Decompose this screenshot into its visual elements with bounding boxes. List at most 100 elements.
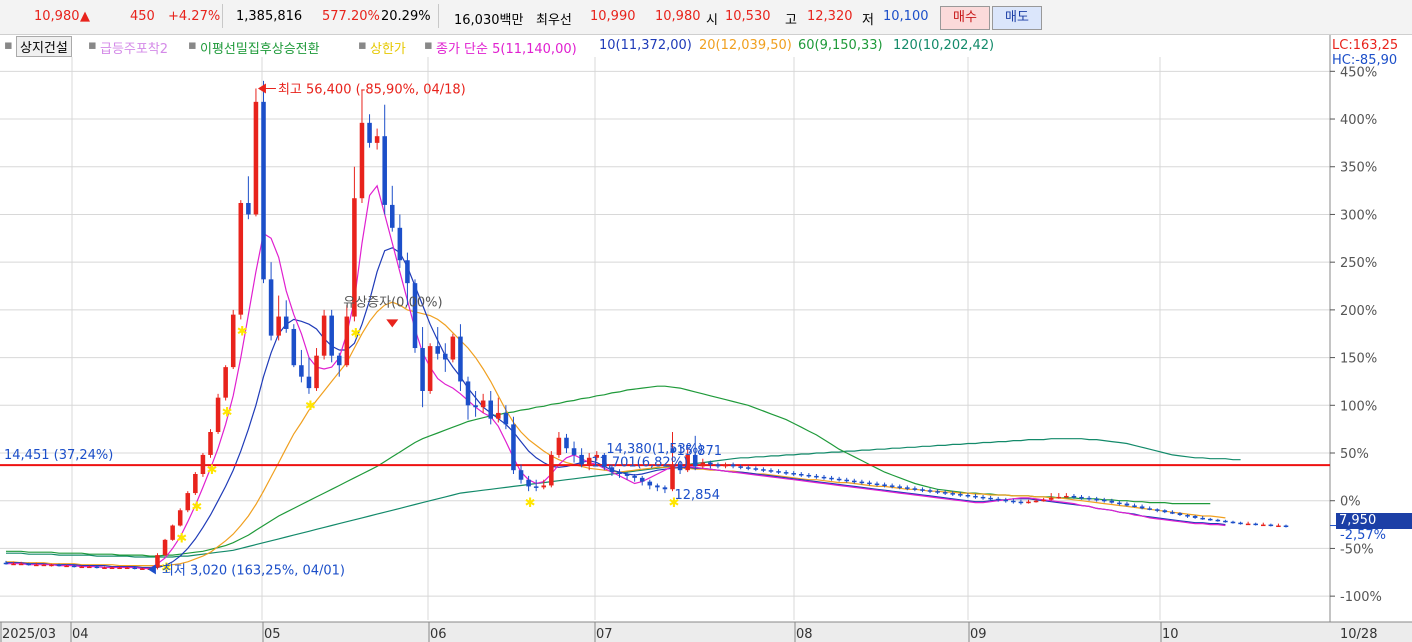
candle-body <box>511 424 516 471</box>
candle-body <box>230 314 236 368</box>
candle-body <box>1109 500 1115 503</box>
candle-body <box>1245 523 1251 526</box>
candle-body <box>632 475 637 478</box>
candle-body <box>518 470 524 480</box>
low-annotation: 12,854 <box>675 488 721 503</box>
candle-body <box>314 355 319 389</box>
signal-star-icon: ✱ <box>206 463 217 478</box>
price-change-pct: +4.27% <box>168 9 221 24</box>
candle-body <box>374 136 380 143</box>
candle-body <box>730 464 736 467</box>
candle-body <box>935 491 940 493</box>
price-chart[interactable]: ✱ ✱ ✱ ✱ ✱ ✱ ✱ ✱ ✱ ✱ 최고 56,400 (-85,90%, 04/18) 최저 … <box>0 0 1412 642</box>
trade-amount: 16,030백만 <box>454 13 524 28</box>
candle-body <box>215 397 221 433</box>
candle-body <box>1283 525 1289 528</box>
candles: ✱ ✱ ✱ ✱ ✱ ✱ ✱ ✱ ✱ ✱ <box>3 80 1289 576</box>
candle-body <box>1132 505 1137 507</box>
best-bid: 10,980 <box>655 9 701 24</box>
calendar-icon[interactable] <box>8 60 26 78</box>
plot-area <box>0 57 1330 620</box>
candle-body <box>821 476 827 479</box>
candle-body <box>723 464 728 467</box>
candle-body <box>155 555 160 568</box>
high-label: 고 <box>785 13 797 28</box>
candle-body <box>814 475 819 478</box>
candle-body <box>942 492 948 494</box>
candle-body <box>624 474 630 476</box>
candle-body <box>26 563 31 566</box>
candle-body <box>18 563 24 566</box>
ma120-legend[interactable]: 120(10,202,42) <box>893 38 994 53</box>
candle-body <box>700 462 706 467</box>
candle-body <box>496 412 501 419</box>
candle-body <box>829 477 834 480</box>
signal-star-icon: ✱ <box>237 324 248 339</box>
candle-body <box>1056 496 1062 499</box>
candle-body <box>397 227 403 261</box>
signal-star-icon: ✱ <box>176 531 187 546</box>
buy-button[interactable]: 매수 <box>940 6 990 30</box>
stock-name[interactable]: 상지건설 <box>16 36 72 57</box>
candle-body <box>473 405 478 408</box>
candle-body <box>1200 517 1205 520</box>
candle-body <box>1117 502 1122 505</box>
candle-body <box>995 498 1001 501</box>
indicator-ma-convergence[interactable]: 이평선밀집후상승전환 <box>200 38 320 57</box>
candle-body <box>920 489 925 491</box>
candle-body <box>405 260 410 284</box>
candle-body <box>639 477 645 482</box>
candle-body <box>200 454 206 475</box>
ma5-legend[interactable]: 종가 단순 5(11,140,00) <box>436 38 577 57</box>
ma20-legend[interactable]: 20(12,039,50) <box>699 38 792 53</box>
candle-body <box>541 485 547 488</box>
sell-button[interactable]: 매도 <box>992 6 1042 30</box>
candle-body <box>94 566 100 569</box>
ma10-legend[interactable]: 10(11,372,00) <box>599 38 692 53</box>
moving-averages <box>0 184 1330 570</box>
candle-body <box>480 400 486 408</box>
scale-info: LC:163,25 HC:-85,90 <box>1332 38 1398 68</box>
ma60-line <box>6 385 1211 557</box>
indicator-upper-limit[interactable]: 상한가 <box>370 38 406 57</box>
ma60-legend[interactable]: 60(9,150,33) <box>798 38 883 53</box>
min-annotation: 최저 3,020 (163,25%, 04/01) <box>162 563 345 578</box>
candle-body <box>261 101 266 280</box>
ma20-line <box>6 301 1226 567</box>
current-pct: -2,57% <box>1340 528 1386 543</box>
candle-body <box>617 472 622 475</box>
indicator-surge[interactable]: 급등주포착2 <box>100 38 168 57</box>
candle-body <box>1033 500 1039 503</box>
candle-body <box>1207 518 1213 521</box>
signal-star-icon: ✱ <box>191 500 202 515</box>
lc-value: LC:163,25 <box>1332 38 1399 53</box>
candle-body <box>897 486 902 488</box>
candle-body <box>1026 501 1031 504</box>
candle-body <box>609 467 615 473</box>
y-tick-label: 100% <box>1340 399 1377 414</box>
candle-body <box>147 568 153 570</box>
candle-body <box>427 346 433 391</box>
candle-body <box>670 464 675 490</box>
signal-star-icon: ✱ <box>161 561 172 576</box>
candle-body <box>1079 496 1084 499</box>
candle-body <box>367 122 372 143</box>
candle-body <box>988 497 993 500</box>
candle-body <box>738 466 743 468</box>
high-price: 12,320 <box>807 9 853 24</box>
candle-body <box>299 365 304 377</box>
best-ask: 10,990 <box>590 9 636 24</box>
low-price: 10,100 <box>883 9 929 24</box>
candle-body <box>783 472 789 474</box>
volume: 1,385,816 <box>236 9 303 24</box>
candle-body <box>791 473 796 475</box>
candle-body <box>64 565 69 568</box>
candle-body <box>1064 495 1069 498</box>
candle-body <box>488 400 494 419</box>
hc-value: HC:-85,90 <box>1332 53 1398 68</box>
price-annotation-1: 14,380(1,53%) <box>606 442 703 457</box>
candle-body <box>503 412 509 425</box>
candle-body <box>586 457 592 465</box>
candle-body <box>768 470 774 472</box>
y-tick-label: 350% <box>1340 161 1377 176</box>
